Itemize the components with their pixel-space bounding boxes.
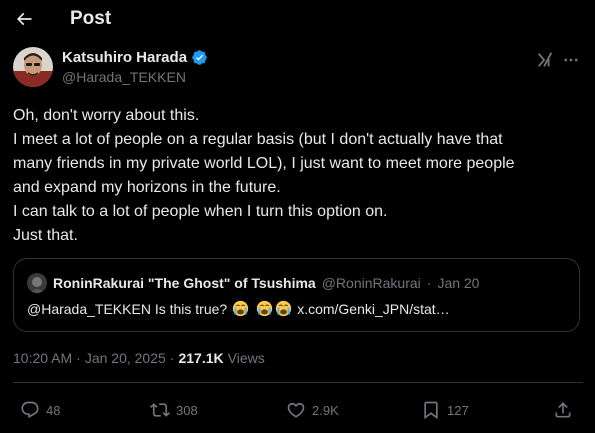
repost-count: 308 — [176, 402, 198, 418]
like-count: 2.9K — [312, 402, 339, 418]
author-display-name[interactable]: Katsuhiro Harada — [62, 49, 187, 66]
quoted-link[interactable]: x.com/Genki_JPN/stat… — [297, 301, 450, 317]
grok-button[interactable] — [535, 50, 555, 70]
share-button[interactable] — [553, 396, 573, 424]
quoted-post[interactable]: RoninRakurai "The Ghost" of Tsushima @Ro… — [13, 258, 580, 332]
arrow-left-icon — [16, 12, 32, 26]
quoted-handle: @RoninRakurai — [321, 275, 421, 291]
avatar[interactable] — [13, 47, 53, 87]
reply-icon — [21, 401, 39, 419]
crying-face-emoji — [256, 300, 273, 317]
post-text-line: I meet a lot of people on a regular basi… — [13, 131, 503, 148]
post-text-line: and expand my horizons in the future. — [13, 179, 281, 196]
post-meta: 10:20 AM · Jan 20, 2025 · 217.1K Views — [13, 350, 265, 366]
reply-count: 48 — [46, 402, 61, 418]
post-text-line: I can talk to a lot of people when I tur… — [13, 203, 388, 220]
quoted-text: @Harada_TEKKEN Is this true? x.com/Genki… — [27, 300, 450, 317]
quoted-date: Jan 20 — [437, 275, 480, 291]
crying-face-emoji — [232, 300, 249, 317]
post-text: Oh, don't worry about this. I meet a lot… — [13, 104, 583, 248]
crying-face-emoji — [275, 300, 292, 317]
post-author: Katsuhiro Harada @Harada_TEKKEN — [13, 47, 583, 91]
post-header: Post — [0, 0, 595, 40]
post-text-line: Just that. — [13, 227, 78, 244]
divider — [13, 382, 583, 383]
repost-icon — [150, 403, 170, 417]
bookmark-icon — [424, 401, 438, 420]
share-icon — [555, 402, 571, 418]
quoted-text-body: @Harada_TEKKEN Is this true? — [27, 300, 228, 317]
post-date[interactable]: Jan 20, 2025 — [85, 350, 166, 366]
quoted-display-name: RoninRakurai "The Ghost" of Tsushima — [53, 275, 316, 291]
verified-badge-icon — [191, 49, 208, 66]
post-time[interactable]: 10:20 AM — [13, 350, 72, 366]
post-text-line: Oh, don't worry about this. — [13, 107, 200, 124]
reply-button[interactable]: 48 — [20, 396, 60, 424]
more-dots-icon — [564, 58, 578, 62]
post-text-line: many friends in my private world LOL), I… — [13, 155, 515, 172]
views-count: 217.1K — [178, 350, 224, 366]
action-bar: 48 308 2.9K 127 — [0, 396, 595, 424]
meta-dot: · — [76, 350, 81, 366]
heart-icon — [287, 402, 305, 418]
quoted-dot: · — [426, 275, 432, 291]
author-handle[interactable]: @Harada_TEKKEN — [62, 69, 186, 85]
page-title: Post — [70, 8, 112, 29]
views-label: Views — [227, 350, 265, 366]
name-row: Katsuhiro Harada — [62, 49, 208, 66]
more-options-button[interactable] — [561, 50, 581, 70]
meta-dot: · — [169, 350, 175, 366]
like-button[interactable]: 2.9K — [286, 396, 339, 424]
back-button[interactable] — [13, 8, 35, 30]
quoted-post-header: RoninRakurai "The Ghost" of Tsushima @Ro… — [27, 273, 479, 293]
bookmark-button[interactable]: 127 — [421, 396, 469, 424]
grok-icon — [538, 52, 553, 67]
repost-button[interactable]: 308 — [150, 396, 198, 424]
bookmark-count: 127 — [447, 402, 469, 418]
quoted-avatar — [27, 273, 47, 293]
